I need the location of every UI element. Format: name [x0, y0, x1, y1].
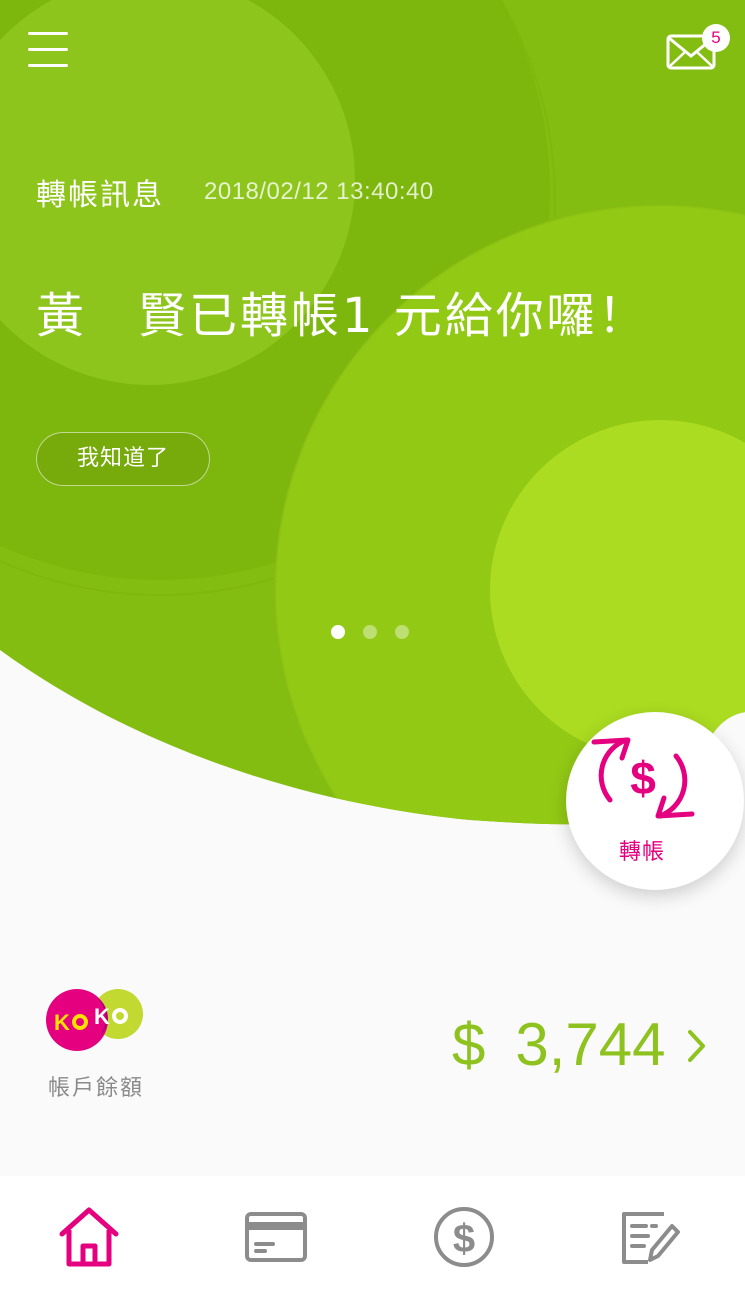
transfer-button[interactable]: $ 轉帳: [566, 712, 744, 890]
balance-label: 帳戶餘額: [48, 1076, 145, 1101]
inbox-button[interactable]: 5: [664, 24, 730, 76]
tab-payments[interactable]: $: [431, 1204, 497, 1270]
svg-text:K: K: [94, 1004, 110, 1029]
carousel-dot[interactable]: [331, 625, 345, 639]
edit-document-icon: [622, 1212, 680, 1264]
svg-text:$: $: [453, 1217, 475, 1261]
svg-text:$: $: [630, 752, 656, 804]
balance-section: K K 帳戶餘額 $3,744: [0, 960, 745, 1160]
carousel-dot[interactable]: [395, 625, 409, 639]
bottom-tab-bar: $: [0, 1176, 745, 1301]
currency-symbol: $: [452, 1011, 486, 1078]
balance-value: 3,744: [515, 1011, 666, 1078]
tab-cards[interactable]: [243, 1204, 309, 1270]
menu-button[interactable]: [28, 32, 70, 70]
tab-home[interactable]: [56, 1204, 122, 1270]
message-body: 黃 賢已轉帳1 元給你囉！: [36, 288, 649, 344]
message-timestamp: 2018/02/12 13:40:40: [204, 178, 434, 205]
koko-logo: K K: [46, 989, 143, 1051]
message-title: 轉帳訊息: [36, 178, 164, 213]
credit-card-icon: [245, 1212, 307, 1262]
chevron-right-icon[interactable]: [686, 1028, 708, 1064]
svg-text:K: K: [54, 1010, 70, 1035]
tab-records[interactable]: [618, 1204, 684, 1270]
dollar-refresh-icon: $: [591, 737, 695, 819]
transfer-label: 轉帳: [618, 840, 665, 865]
home-icon: [59, 1207, 119, 1267]
carousel-indicator: [330, 625, 420, 641]
dollar-circle-icon: $: [434, 1207, 494, 1267]
balance-amount[interactable]: $3,744: [452, 1010, 692, 1080]
unread-badge: 5: [702, 24, 730, 52]
acknowledge-button[interactable]: 我知道了: [36, 432, 210, 486]
carousel-dot[interactable]: [363, 625, 377, 639]
hamburger-menu-icon: [28, 32, 68, 35]
